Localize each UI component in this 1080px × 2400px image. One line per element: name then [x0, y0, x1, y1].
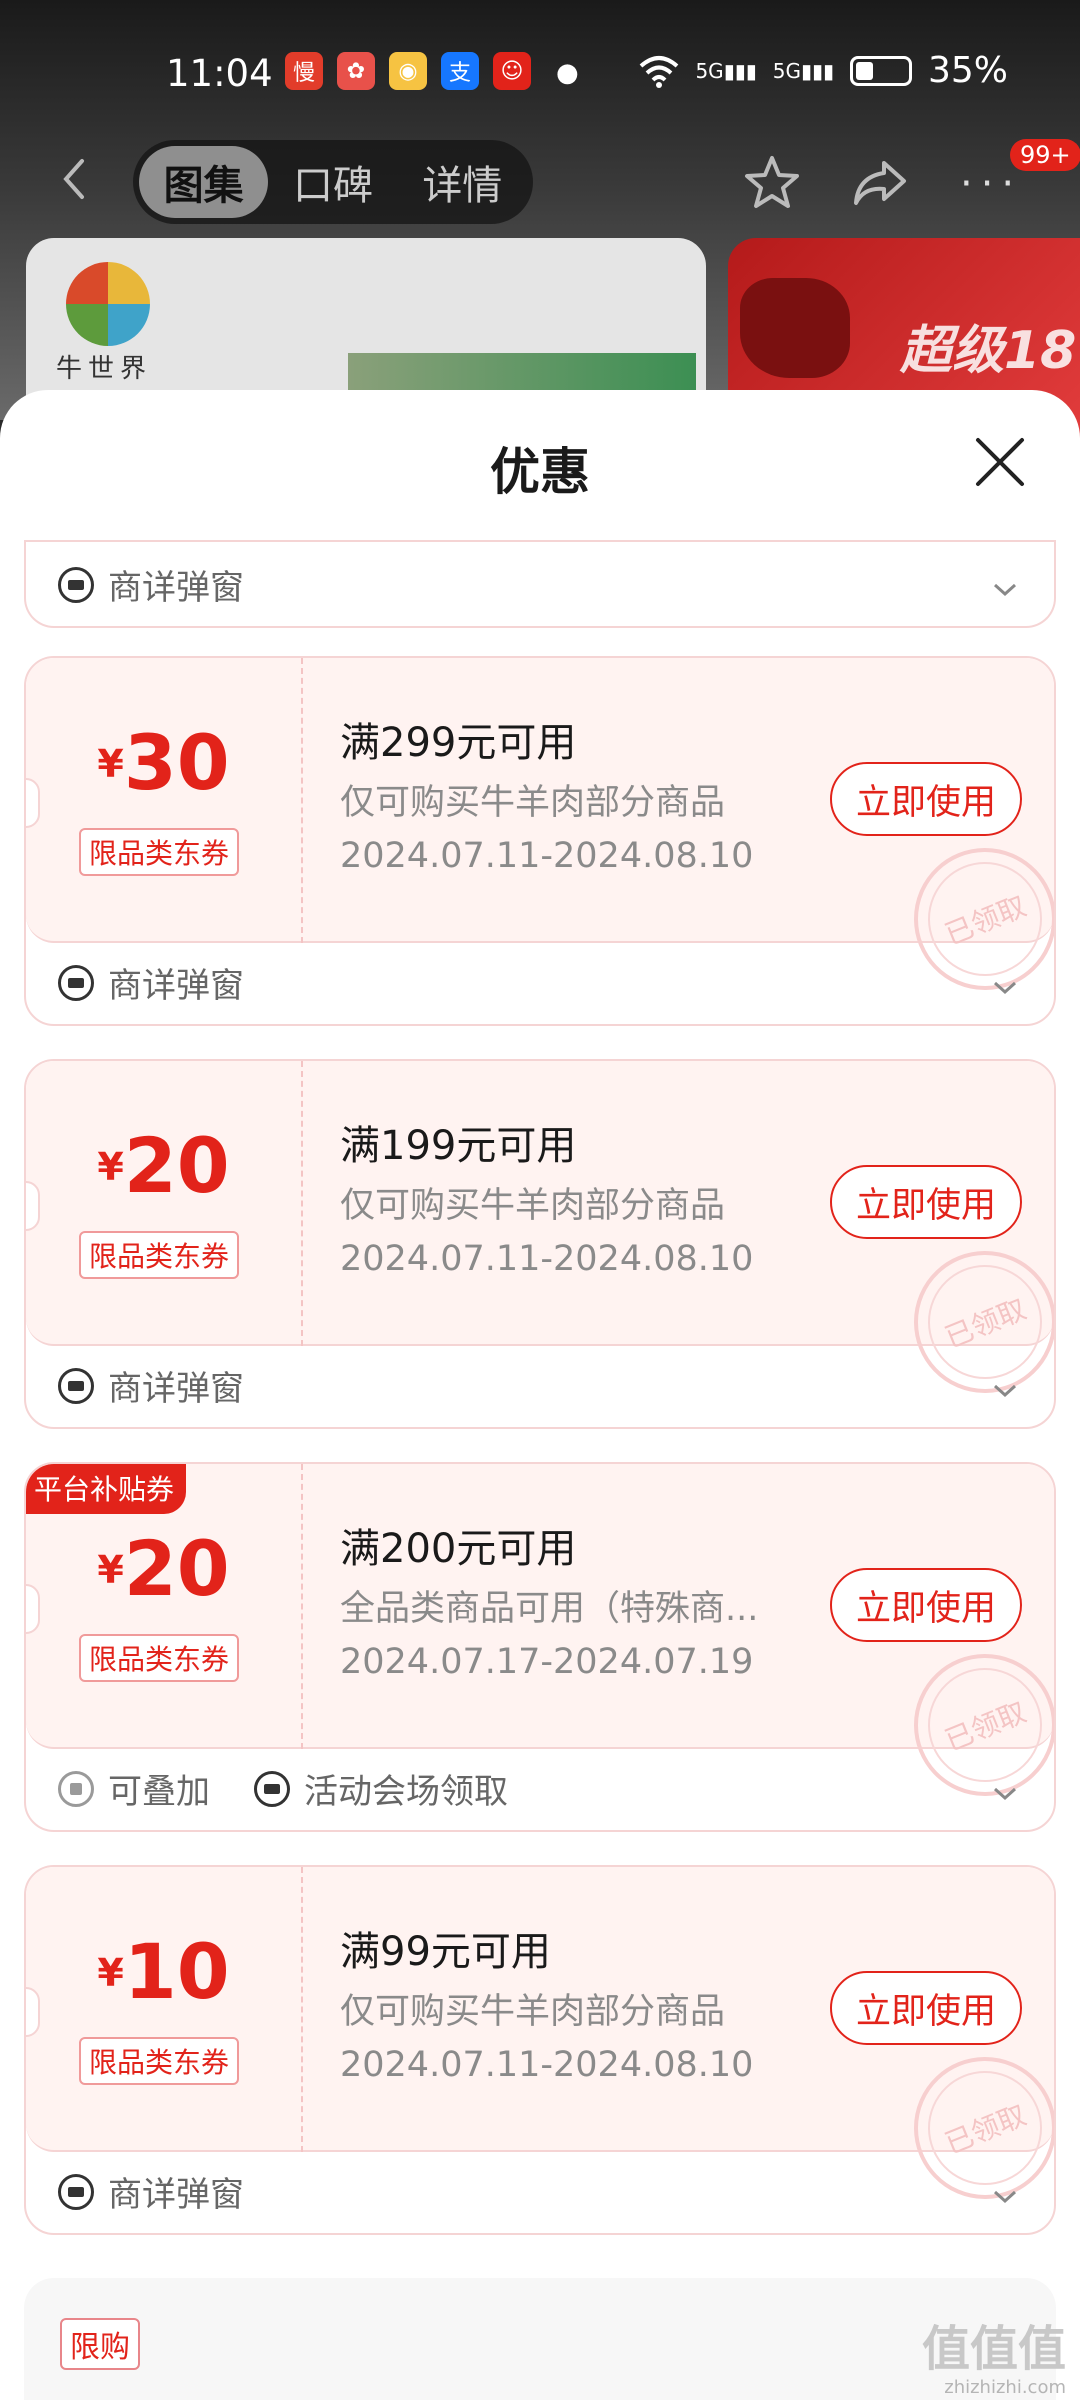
footer-label: 商详弹窗: [108, 1369, 244, 1409]
footer-label: 活动会场领取: [304, 1772, 508, 1812]
promo-text: 超级18: [900, 321, 1077, 381]
sheet-title: 优惠: [490, 443, 590, 501]
notification-icons: 慢 ✿ ◉ 支 ☺: [285, 52, 531, 90]
coupon-scope: 仅可购买牛羊肉部分商品: [340, 1992, 726, 2032]
star-icon[interactable]: [742, 153, 802, 213]
product-nav: 图集 口碑 详情 ··· 99+: [0, 135, 1080, 225]
status-bar: 11:04 慢 ✿ ◉ 支 ☺ ● 5G▮▮▮ 5G▮▮▮ 35%: [0, 38, 1080, 108]
coupon-footer: 商详弹窗: [58, 1344, 244, 1427]
alipay-icon: 支: [441, 52, 479, 90]
purchase-limit-section: 限购: [24, 2278, 1056, 2400]
coupon-card: ¥20 限品类东券 满199元可用 仅可购买牛羊肉部分商品 2024.07.11…: [24, 1059, 1056, 1429]
claimed-stamp: 已领取: [892, 2035, 1054, 2221]
notification-badge: 99+: [1010, 139, 1080, 171]
use-now-button[interactable]: 立即使用: [830, 1971, 1022, 2045]
footer-label: 商详弹窗: [108, 568, 244, 608]
coupon-card: ¥10 限品类东券 满99元可用 仅可购买牛羊肉部分商品 2024.07.11-…: [24, 1865, 1056, 2235]
coupon-amount: ¥20: [97, 1121, 230, 1210]
tab-details[interactable]: 详情: [398, 146, 527, 218]
wifi-icon: [640, 55, 679, 88]
footer-label: 可叠加: [108, 1772, 210, 1812]
coupon-ticket-icon: [58, 1367, 94, 1404]
chevron-down-icon[interactable]: [992, 974, 1018, 1000]
coupon-scope: 仅可购买牛羊肉部分商品: [340, 1186, 726, 1226]
coupon-date: 2024.07.11-2024.08.10: [340, 2045, 754, 2085]
coupon-footer: 商详弹窗: [58, 2150, 244, 2233]
purchase-limit-tag: 限购: [60, 2318, 140, 2370]
coupon-body: ¥10 限品类东券 满99元可用 仅可购买牛羊肉部分商品 2024.07.11-…: [26, 1867, 1054, 2221]
close-icon[interactable]: [972, 434, 1028, 490]
claimed-stamp: 已领取: [892, 1632, 1054, 1818]
brand-logo: [66, 262, 150, 346]
coupon-condition: 满199元可用: [340, 1123, 577, 1169]
coupon-date: 2024.07.17-2024.07.19: [340, 1642, 754, 1682]
coupon-condition: 满299元可用: [340, 720, 577, 766]
coupon-amount: ¥10: [97, 1927, 230, 2016]
share-icon[interactable]: [850, 157, 910, 209]
use-now-button[interactable]: 立即使用: [830, 1165, 1022, 1239]
coupon-row-partial[interactable]: 商详弹窗: [24, 540, 1056, 628]
app-notification-icon: ✿: [337, 52, 375, 90]
coupon-body: ¥20 限品类东券 满199元可用 仅可购买牛羊肉部分商品 2024.07.11…: [26, 1061, 1054, 1415]
coupon-ticket-icon: [58, 2173, 94, 2210]
coupon-footer: 可叠加 活动会场领取: [58, 1747, 508, 1830]
footer-label: 商详弹窗: [108, 2175, 244, 2215]
jd-icon: ☺: [493, 52, 531, 90]
chevron-down-icon[interactable]: [992, 1377, 1018, 1403]
use-now-button[interactable]: 立即使用: [830, 762, 1022, 836]
use-now-button[interactable]: 立即使用: [830, 1568, 1022, 1642]
coupon-scope: 仅可购买牛羊肉部分商品: [340, 783, 726, 823]
signal-icon: 5G▮▮▮: [772, 58, 834, 83]
platform-subsidy-tag: 平台补贴券: [26, 1464, 187, 1514]
coupon-type-tag: 限品类东券: [79, 1231, 240, 1279]
coupon-type-tag: 限品类东券: [79, 1634, 240, 1682]
weibo-icon: ◉: [389, 52, 427, 90]
claimed-stamp: 已领取: [892, 826, 1054, 1012]
status-time: 11:04: [166, 52, 273, 95]
status-right: 5G▮▮▮ 5G▮▮▮ 35%: [639, 50, 1008, 91]
coupon-condition: 满200元可用: [340, 1526, 577, 1572]
back-icon[interactable]: [52, 155, 100, 203]
coupon-ticket-icon: [58, 964, 94, 1001]
coupon-scope: 全品类商品可用（特殊商...: [340, 1589, 759, 1629]
coupon-ticket-icon: [254, 1770, 290, 1807]
more-icon[interactable]: ···: [960, 161, 1022, 207]
tab-gallery[interactable]: 图集: [139, 146, 269, 218]
meat-image: [740, 278, 850, 378]
footer-label: 商详弹窗: [108, 966, 244, 1006]
coupon-footer: 商详弹窗: [58, 543, 244, 626]
chevron-down-icon[interactable]: [992, 2183, 1018, 2209]
coupon-ticket-icon: [58, 566, 94, 603]
coupon-amount: ¥20: [97, 1524, 230, 1613]
brand-logo-text: 牛世界: [56, 354, 153, 384]
coupon-date: 2024.07.11-2024.08.10: [340, 836, 754, 876]
battery-percent: 35%: [927, 50, 1008, 91]
coupon-body: 平台补贴券 ¥20 限品类东券 满200元可用 全品类商品可用（特殊商... 2…: [26, 1464, 1054, 1818]
stack-icon: [58, 1770, 94, 1807]
product-page-background: 11:04 慢 ✿ ◉ 支 ☺ ● 5G▮▮▮ 5G▮▮▮ 35% 图集 口碑 …: [0, 0, 1080, 438]
tab-switcher: 图集 口碑 详情: [133, 140, 533, 224]
coupon-card: ¥30 限品类东券 满299元可用 仅可购买牛羊肉部分商品 2024.07.11…: [24, 656, 1056, 1026]
coupon-body: ¥30 限品类东券 满299元可用 仅可购买牛羊肉部分商品 2024.07.11…: [26, 658, 1054, 1012]
claimed-stamp: 已领取: [892, 1229, 1054, 1415]
app-notification-icon: 慢: [285, 52, 323, 90]
watermark: 值值值 zhizhizhi.com: [921, 2321, 1066, 2398]
tab-reviews[interactable]: 口碑: [268, 146, 397, 218]
signal-icon: 5G▮▮▮: [695, 58, 757, 83]
coupon-date: 2024.07.11-2024.08.10: [340, 1239, 754, 1279]
chevron-down-icon[interactable]: [992, 1780, 1018, 1806]
coupon-card: 平台补贴券 ¥20 限品类东券 满200元可用 全品类商品可用（特殊商... 2…: [24, 1462, 1056, 1832]
coupon-type-tag: 限品类东券: [79, 2037, 240, 2085]
chevron-down-icon[interactable]: [992, 576, 1018, 602]
coupon-condition: 满99元可用: [340, 1929, 551, 1975]
coupon-footer: 商详弹窗: [58, 941, 244, 1024]
coupon-type-tag: 限品类东券: [79, 828, 240, 876]
battery-icon: [849, 55, 912, 86]
coupon-amount: ¥30: [97, 718, 230, 807]
discount-sheet: 优惠 商详弹窗 ¥30 限品类东券 满299元可用 仅可购买牛羊肉部分商品 20…: [0, 390, 1080, 2400]
more-notifications-dot: ●: [556, 58, 579, 88]
